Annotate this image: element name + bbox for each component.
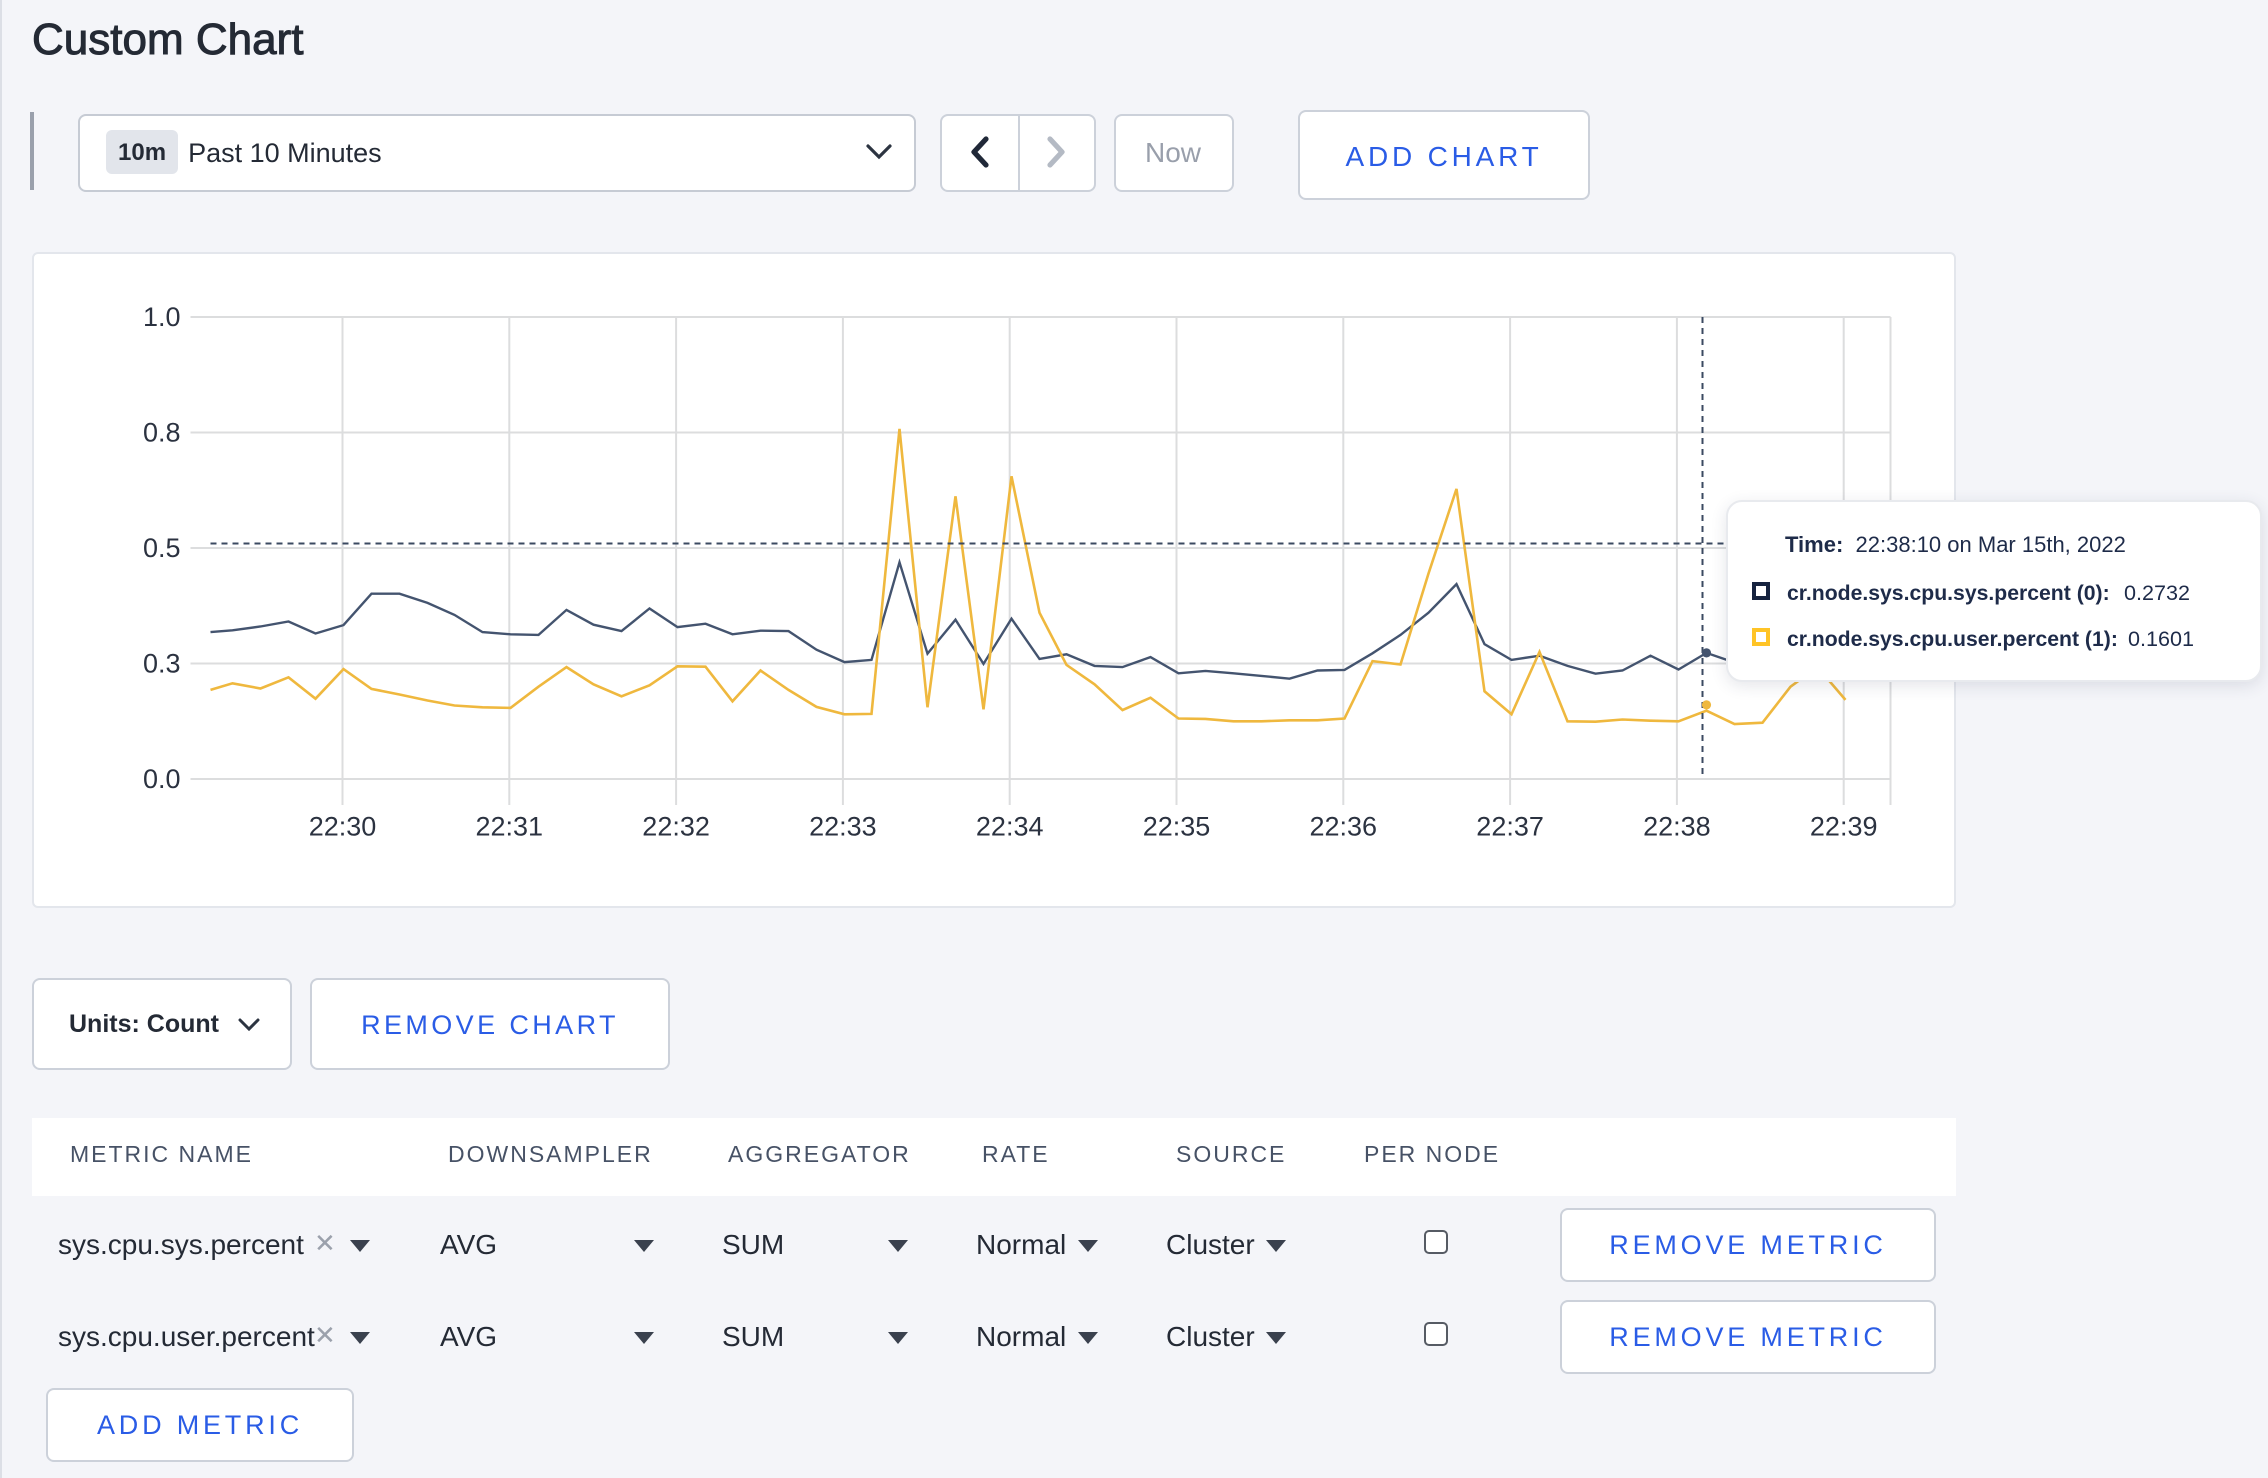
svg-text:0.3: 0.3 [142,649,180,679]
svg-text:0.0: 0.0 [142,764,180,794]
svg-text:22:31: 22:31 [475,812,543,842]
svg-text:22:34: 22:34 [975,812,1043,842]
svg-text:0.5: 0.5 [142,533,180,563]
svg-text:22:36: 22:36 [1309,812,1377,842]
svg-text:22:30: 22:30 [308,812,376,842]
svg-text:22:35: 22:35 [1142,812,1210,842]
svg-text:22:37: 22:37 [1475,812,1543,842]
svg-text:22:33: 22:33 [808,812,876,842]
svg-text:22:39: 22:39 [1809,812,1877,842]
svg-text:0.8: 0.8 [142,418,180,448]
svg-text:22:32: 22:32 [641,812,709,842]
svg-text:22:38: 22:38 [1642,812,1710,842]
svg-text:1.0: 1.0 [142,302,180,332]
